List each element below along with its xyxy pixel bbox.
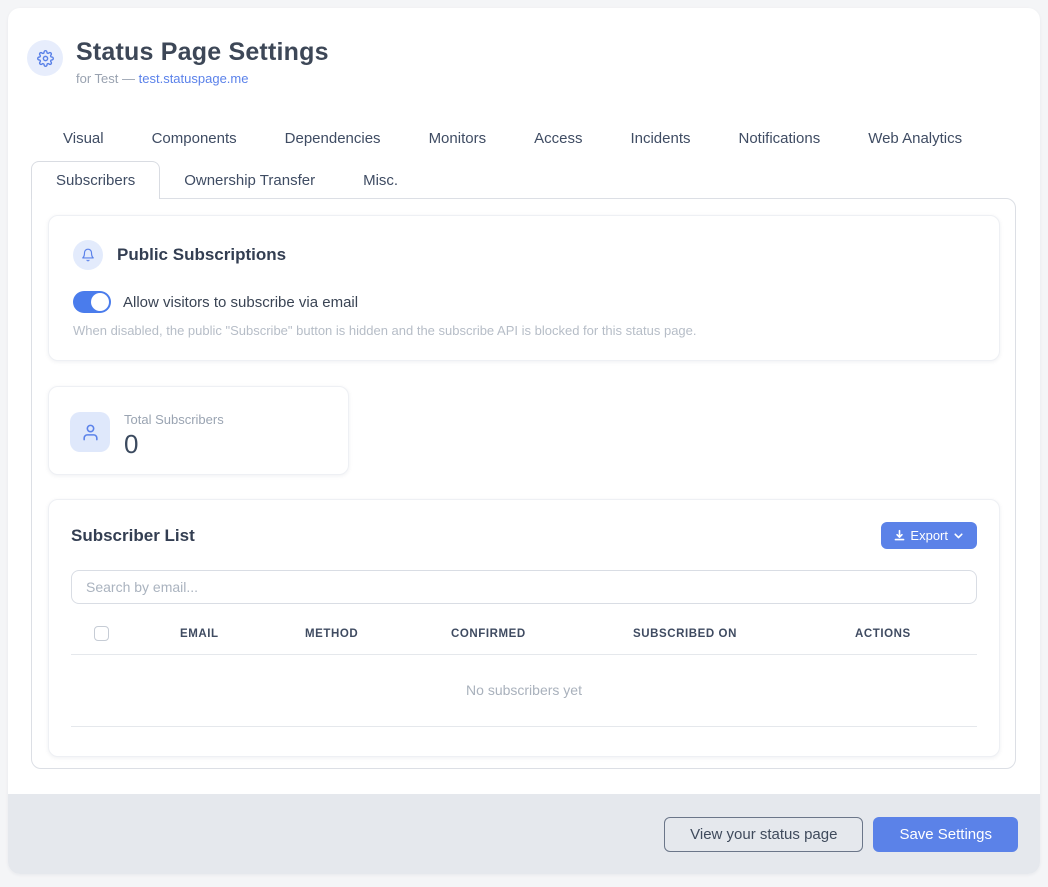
chevron-down-icon <box>952 529 965 542</box>
subscriber-table: EMAIL METHOD CONFIRMED SUBSCRIBED ON ACT… <box>71 626 977 727</box>
subscribe-toggle[interactable] <box>73 291 111 313</box>
tab-web-analytics[interactable]: Web Analytics <box>868 128 962 150</box>
export-button-label: Export <box>910 528 948 543</box>
tab-bar-primary: Visual Components Dependencies Monitors … <box>8 128 1040 150</box>
subtitle-prefix: for Test — <box>76 71 139 86</box>
download-icon <box>893 529 906 542</box>
tab-components[interactable]: Components <box>152 128 237 150</box>
gear-icon <box>27 40 63 76</box>
subscriber-list-title: Subscriber List <box>71 526 195 546</box>
tab-notifications[interactable]: Notifications <box>739 128 821 150</box>
tab-access[interactable]: Access <box>534 128 582 150</box>
column-header-email: EMAIL <box>180 628 305 640</box>
tab-dependencies[interactable]: Dependencies <box>285 128 381 150</box>
table-header-row: EMAIL METHOD CONFIRMED SUBSCRIBED ON ACT… <box>71 626 977 655</box>
total-subscribers-card: Total Subscribers 0 <box>48 386 349 475</box>
public-subscriptions-card: Public Subscriptions Allow visitors to s… <box>48 215 1000 361</box>
search-input[interactable] <box>71 570 977 604</box>
status-page-link[interactable]: test.statuspage.me <box>139 71 249 86</box>
toggle-knob <box>91 293 109 311</box>
subscribe-helper-text: When disabled, the public "Subscribe" bu… <box>73 323 975 338</box>
spacer <box>8 769 1040 794</box>
subscribe-toggle-row: Allow visitors to subscribe via email <box>73 291 975 313</box>
stat-label: Total Subscribers <box>124 412 224 427</box>
column-header-method: METHOD <box>305 628 451 640</box>
column-header-actions: ACTIONS <box>855 628 977 640</box>
public-subscriptions-header: Public Subscriptions <box>73 240 975 270</box>
tab-monitors[interactable]: Monitors <box>429 128 487 150</box>
tab-ownership-transfer[interactable]: Ownership Transfer <box>160 162 339 199</box>
export-button[interactable]: Export <box>881 522 977 549</box>
footer-action-bar: View your status page Save Settings <box>8 794 1040 874</box>
tab-incidents[interactable]: Incidents <box>630 128 690 150</box>
empty-state-message: No subscribers yet <box>71 655 977 727</box>
save-settings-button[interactable]: Save Settings <box>873 817 1018 852</box>
status-page-settings-card: Status Page Settings for Test — test.sta… <box>8 8 1040 874</box>
public-subscriptions-title: Public Subscriptions <box>117 245 286 265</box>
page-title: Status Page Settings <box>76 38 329 67</box>
column-header-confirmed: CONFIRMED <box>451 628 633 640</box>
tab-misc[interactable]: Misc. <box>339 162 422 199</box>
page-subtitle: for Test — test.statuspage.me <box>76 71 329 86</box>
subscribe-toggle-label: Allow visitors to subscribe via email <box>123 294 358 311</box>
subscriber-list-card: Subscriber List Export EMAIL METHOD CONF… <box>48 499 1000 757</box>
header-text: Status Page Settings for Test — test.sta… <box>76 38 329 86</box>
stat-value: 0 <box>124 429 224 460</box>
subscriber-list-header: Subscriber List Export <box>71 522 977 549</box>
select-all-checkbox[interactable] <box>94 626 109 641</box>
tab-visual[interactable]: Visual <box>63 128 104 150</box>
stat-text: Total Subscribers 0 <box>124 412 224 474</box>
tab-subscribers[interactable]: Subscribers <box>31 161 160 199</box>
bell-icon <box>73 240 103 270</box>
column-header-subscribed-on: SUBSCRIBED ON <box>633 628 855 640</box>
tab-bar-secondary: Subscribers Ownership Transfer Misc. <box>8 161 1040 199</box>
subscribers-tab-panel: Public Subscriptions Allow visitors to s… <box>31 198 1016 769</box>
view-status-page-button[interactable]: View your status page <box>664 817 863 852</box>
user-icon <box>70 412 110 452</box>
page-header: Status Page Settings for Test — test.sta… <box>8 8 1040 86</box>
